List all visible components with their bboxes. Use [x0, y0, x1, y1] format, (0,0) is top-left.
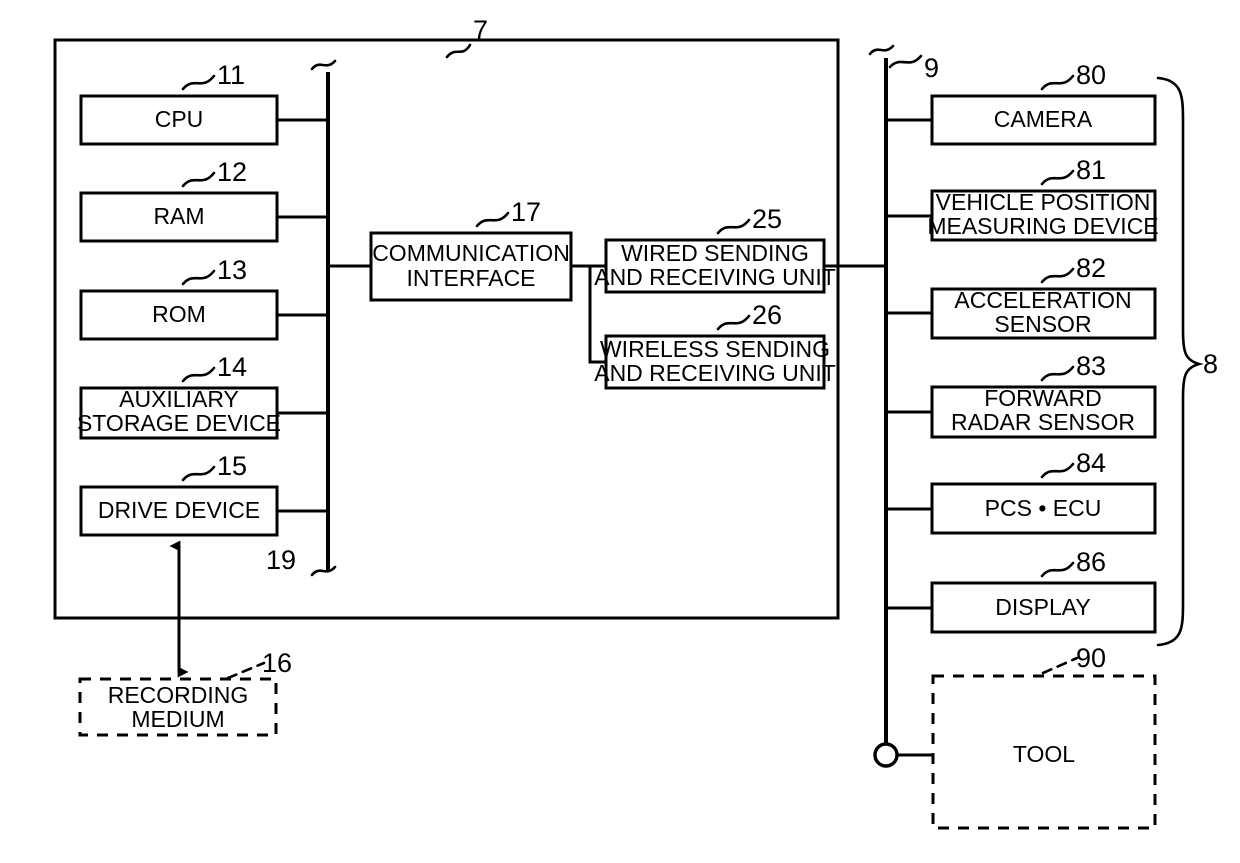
leader-84 [1040, 462, 1075, 479]
tool-connector-node[interactable] [873, 742, 899, 768]
block-vehicle-position-label-line1: VEHICLE POSITION [936, 189, 1151, 215]
leader-80 [1040, 74, 1075, 91]
block-pcs-ecu-label: PCS • ECU [985, 495, 1102, 521]
leader-9 [888, 54, 923, 69]
numeral-19: 19 [266, 545, 296, 575]
block-forward-radar-label-line1: FORWARD [984, 385, 1102, 411]
leader-16 [226, 661, 266, 680]
leader-11 [181, 74, 216, 91]
leader-82 [1040, 267, 1075, 284]
numeral-81: 81 [1076, 155, 1106, 185]
leader-7 [445, 43, 472, 59]
block-vehicle-position-label-line2: MEASURING DEVICE [927, 213, 1158, 239]
leader-15 [181, 465, 216, 482]
block-wireless-label-line1: WIRELESS SENDING [600, 336, 830, 362]
block-tool-label: TOOL [1013, 741, 1075, 767]
block-rom-label: ROM [152, 301, 206, 327]
block-cpu-label: CPU [155, 106, 204, 132]
bus-19-bottom-squiggle [310, 565, 337, 577]
block-wireless-label-line2: AND RECEIVING UNIT [594, 360, 836, 386]
bus-9-top-squiggle [868, 44, 895, 56]
block-camera-label: CAMERA [994, 106, 1093, 132]
block-ram-label: RAM [153, 203, 204, 229]
numeral-16: 16 [262, 648, 292, 678]
leader-25 [716, 218, 751, 235]
block-recording-medium-label-line1: RECORDING [108, 682, 249, 708]
numeral-80: 80 [1076, 60, 1106, 90]
block-forward-radar-label-line2: RADAR SENSOR [951, 409, 1135, 435]
block-acceleration-label-line2: SENSOR [994, 311, 1091, 337]
bus-19-top-squiggle [310, 59, 337, 71]
block-recording-medium-label-line2: MEDIUM [131, 706, 224, 732]
block-wired-label-line2: AND RECEIVING UNIT [594, 264, 836, 290]
brace-peripheral-group-8 [1156, 76, 1204, 647]
numeral-15: 15 [217, 451, 247, 481]
block-comm-interface-label-line1: COMMUNICATION [372, 240, 570, 266]
block-display-label: DISPLAY [995, 594, 1090, 620]
block-comm-interface-label-line2: INTERFACE [406, 265, 535, 291]
numeral-17: 17 [511, 197, 541, 227]
leader-17 [475, 211, 510, 228]
leader-26 [716, 314, 751, 331]
numeral-90: 90 [1076, 643, 1106, 673]
leader-12 [181, 171, 216, 188]
numeral-9: 9 [924, 53, 939, 83]
leader-86 [1040, 561, 1075, 578]
numeral-82: 82 [1076, 253, 1106, 283]
block-drive-device-label: DRIVE DEVICE [98, 497, 260, 523]
numeral-14: 14 [217, 352, 247, 382]
numeral-25: 25 [752, 204, 782, 234]
patent-figure-root: 7 19 CPU 11 RAM 12 ROM 13 AUXILIARY STOR… [0, 0, 1240, 863]
numeral-13: 13 [217, 255, 247, 285]
block-acceleration-label-line1: ACCELERATION [954, 287, 1131, 313]
numeral-12: 12 [217, 157, 247, 187]
leader-90 [1041, 656, 1079, 675]
numeral-11: 11 [217, 60, 245, 90]
numeral-84: 84 [1076, 448, 1106, 478]
numeral-26: 26 [752, 300, 782, 330]
numeral-83: 83 [1076, 351, 1106, 381]
leader-81 [1040, 169, 1075, 186]
numeral-8: 8 [1203, 349, 1218, 379]
leader-13 [181, 269, 216, 286]
block-aux-label-line2: STORAGE DEVICE [77, 410, 281, 436]
block-wired-label-line1: WIRED SENDING [621, 240, 809, 266]
leader-14 [181, 366, 216, 383]
leader-83 [1040, 365, 1075, 382]
block-aux-label-line1: AUXILIARY [119, 386, 239, 412]
numeral-86: 86 [1076, 547, 1106, 577]
numeral-7: 7 [473, 15, 488, 45]
block-diagram-svg: 7 19 CPU 11 RAM 12 ROM 13 AUXILIARY STOR… [53, 15, 1218, 830]
